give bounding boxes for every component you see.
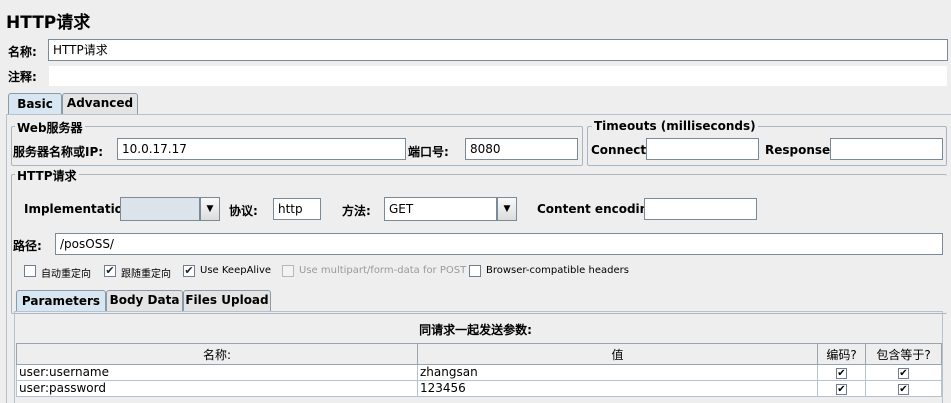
web-server-group-title: Web服务器 bbox=[15, 119, 85, 136]
connect-field[interactable] bbox=[646, 138, 759, 160]
check-icon: ✔ bbox=[899, 368, 908, 379]
param-name-cell[interactable]: user:username bbox=[16, 364, 418, 381]
name-field[interactable]: HTTP请求 bbox=[48, 39, 948, 61]
protocol-label: 协议: bbox=[229, 204, 258, 218]
port-label: 端口号: bbox=[408, 145, 449, 159]
method-dropdown-button[interactable]: ▼ bbox=[497, 197, 517, 221]
param-name-cell[interactable]: user:password bbox=[16, 380, 418, 397]
server-label: 服务器名称或IP: bbox=[13, 145, 104, 159]
table-header-row: 名称: 值 编码? 包含等于? bbox=[16, 343, 942, 365]
http-request-group-title: HTTP请求 bbox=[15, 167, 79, 184]
content-encoding-field[interactable] bbox=[644, 198, 757, 220]
table-row[interactable]: user:password 123456 ✔ ✔ bbox=[16, 380, 942, 397]
check-icon: ✔ bbox=[837, 368, 846, 379]
column-header-include-equals[interactable]: 包含等于? bbox=[865, 343, 942, 365]
include-equals-checkbox[interactable]: ✔ bbox=[898, 384, 909, 395]
content-encoding-label: Content encoding: bbox=[537, 202, 662, 216]
comment-label: 注释: bbox=[8, 70, 37, 84]
check-icon: ✔ bbox=[899, 384, 908, 395]
implementation-dropdown-button[interactable]: ▼ bbox=[200, 197, 220, 221]
column-header-encode[interactable]: 编码? bbox=[817, 343, 866, 365]
page-title: HTTP请求 bbox=[6, 13, 91, 33]
tab-basic[interactable]: Basic bbox=[8, 93, 62, 115]
check-icon: ✔ bbox=[837, 384, 846, 395]
response-field[interactable] bbox=[830, 138, 943, 160]
param-value-cell[interactable]: zhangsan bbox=[417, 364, 818, 381]
follow-redirect-label: 跟随重定向 bbox=[121, 269, 171, 280]
check-icon: ✔ bbox=[184, 264, 194, 277]
browser-headers-checkbox[interactable] bbox=[469, 265, 481, 277]
protocol-field[interactable]: http bbox=[273, 198, 321, 220]
tab-body-data[interactable]: Body Data bbox=[106, 290, 183, 311]
param-value-cell[interactable]: 123456 bbox=[417, 380, 818, 397]
multipart-checkbox[interactable] bbox=[282, 265, 294, 277]
include-equals-cell[interactable]: ✔ bbox=[865, 380, 942, 397]
tab-advanced[interactable]: Advanced bbox=[62, 93, 138, 114]
tab-parameters[interactable]: Parameters bbox=[16, 290, 106, 312]
name-label: 名称: bbox=[8, 45, 37, 59]
port-field[interactable]: 8080 bbox=[465, 138, 578, 160]
multipart-label: Use multipart/form-data for POST bbox=[299, 265, 467, 276]
method-label: 方法: bbox=[342, 204, 371, 218]
auto-redirect-checkbox[interactable] bbox=[24, 265, 36, 277]
column-header-name[interactable]: 名称: bbox=[16, 343, 418, 365]
path-field[interactable]: /posOSS/ bbox=[55, 233, 943, 255]
path-label: 路径: bbox=[13, 239, 42, 253]
follow-redirect-checkbox[interactable]: ✔ bbox=[104, 265, 116, 277]
column-header-value[interactable]: 值 bbox=[417, 343, 818, 365]
implementation-select[interactable] bbox=[120, 197, 200, 221]
comment-field[interactable] bbox=[48, 65, 948, 87]
parameters-table: 名称: 值 编码? 包含等于? user:username zhangsan ✔… bbox=[16, 343, 942, 397]
table-row[interactable]: user:username zhangsan ✔ ✔ bbox=[16, 364, 942, 381]
keepalive-checkbox[interactable]: ✔ bbox=[183, 265, 195, 277]
encode-checkbox[interactable]: ✔ bbox=[836, 368, 847, 379]
tab-files-upload[interactable]: Files Upload bbox=[183, 290, 271, 311]
keepalive-label: Use KeepAlive bbox=[200, 265, 272, 276]
method-select[interactable]: GET bbox=[384, 197, 497, 221]
server-field[interactable]: 10.0.17.17 bbox=[117, 138, 406, 160]
encode-cell[interactable]: ✔ bbox=[817, 364, 866, 381]
response-label: Response: bbox=[765, 143, 835, 157]
params-caption: 同请求一起发送参数: bbox=[419, 323, 532, 337]
timeouts-group-title: Timeouts (milliseconds) bbox=[592, 119, 758, 133]
chevron-down-icon: ▼ bbox=[503, 204, 511, 214]
browser-headers-label: Browser-compatible headers bbox=[486, 265, 629, 276]
connect-label: Connect: bbox=[591, 143, 651, 157]
include-equals-checkbox[interactable]: ✔ bbox=[898, 368, 909, 379]
check-icon: ✔ bbox=[105, 264, 115, 277]
auto-redirect-label: 自动重定向 bbox=[41, 269, 91, 280]
include-equals-cell[interactable]: ✔ bbox=[865, 364, 942, 381]
encode-cell[interactable]: ✔ bbox=[817, 380, 866, 397]
encode-checkbox[interactable]: ✔ bbox=[836, 384, 847, 395]
chevron-down-icon: ▼ bbox=[206, 204, 214, 214]
